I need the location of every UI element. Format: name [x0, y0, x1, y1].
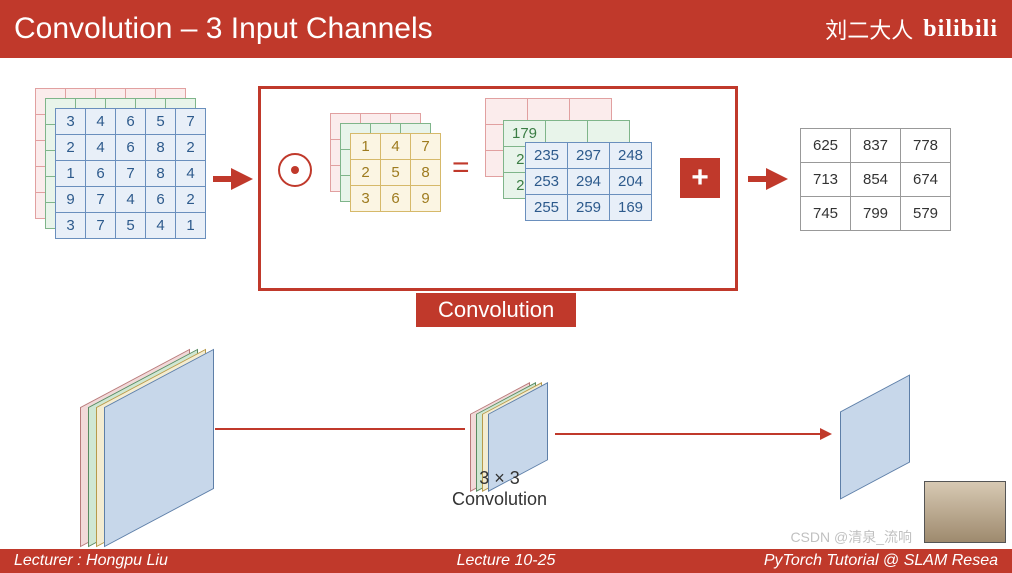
input-channel-1: 3 4 6 5 7 2 4 6 8 2 1 6 7 8 4 9 — [55, 108, 206, 239]
input-tensor-stack: 3 4 6 5 7 2 4 6 8 2 1 6 7 8 4 9 — [35, 88, 225, 258]
arrow-icon — [748, 168, 788, 190]
arrow-icon — [213, 168, 253, 190]
page-title: Convolution – 3 Input Channels — [14, 12, 433, 46]
partial-output-1: 235 297 248 253 294 204 255 259 169 — [525, 142, 652, 221]
brand-logo: bilibili — [923, 16, 998, 43]
title-bar: Convolution – 3 Input Channels 刘二大人 bili… — [0, 0, 1012, 58]
author-name: 刘二大人 — [825, 13, 913, 45]
kernel-channel-1: 1 4 7 2 5 8 3 6 9 — [350, 133, 441, 212]
partial-output-stack: 179 20 23 235 297 248 253 294 204 255 25… — [485, 98, 685, 278]
slide-content: 3 4 6 5 7 2 4 6 8 2 1 6 7 8 4 9 — [0, 58, 1012, 549]
convolution-label: Convolution — [416, 293, 576, 327]
sum-icon: + — [680, 158, 720, 198]
webcam-overlay — [924, 481, 1006, 543]
elementwise-mul-icon — [278, 153, 312, 187]
output-matrix: 625 837 778 713 854 674 745 799 579 — [800, 128, 951, 231]
watermark: CSDN @清泉_流响 — [790, 527, 912, 547]
arrow-icon — [215, 428, 465, 430]
arrow-icon — [555, 428, 832, 440]
tutorial-label: PyTorch Tutorial @ SLAM Resea — [764, 552, 998, 570]
footer-bar: Lecturer : Hongpu Liu Lecture 10-25 PyTo… — [0, 549, 1012, 573]
equals-sign: = — [452, 151, 470, 185]
lecturer-label: Lecturer : Hongpu Liu — [14, 552, 168, 570]
lecture-number: Lecture 10-25 — [457, 552, 556, 570]
kernel-stack: 1 4 7 2 5 8 3 6 9 — [330, 113, 460, 233]
kernel-size-label: 3 × 3 Convolution — [452, 468, 547, 510]
